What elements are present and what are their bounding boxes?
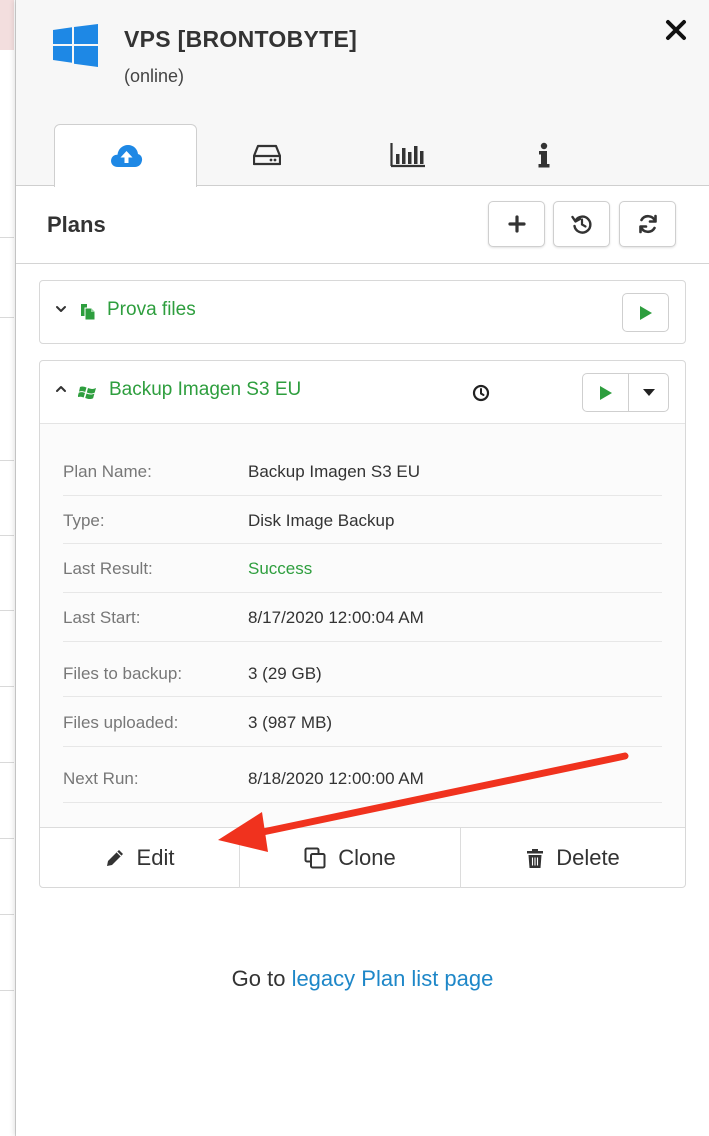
history-icon <box>570 215 592 234</box>
cloud-upload-icon <box>110 145 142 167</box>
plan-card-header: Prova files <box>40 281 685 343</box>
windows-logo-icon <box>53 24 98 67</box>
background-gridline <box>0 610 14 611</box>
detail-row: Type: Disk Image Backup <box>63 496 662 544</box>
detail-value: Disk Image Backup <box>248 511 395 530</box>
detail-row: Last Start: 8/17/2020 12:00:04 AM <box>63 593 662 642</box>
legacy-plan-list-link[interactable]: legacy Plan list page <box>292 966 494 991</box>
background-gridline <box>0 317 14 318</box>
detail-row: Files uploaded: 3 (987 MB) <box>63 697 662 747</box>
background-gridline <box>0 914 14 915</box>
last-result-value: Success <box>248 559 313 578</box>
detail-label: Type: <box>63 511 105 530</box>
run-plan-button[interactable] <box>622 293 669 332</box>
background-gridline <box>0 762 14 763</box>
detail-label: Next Run: <box>63 769 139 788</box>
files-icon <box>81 304 96 321</box>
detail-value: 3 (29 GB) <box>248 664 322 683</box>
tab-storage[interactable] <box>197 124 337 186</box>
computer-status: (online) <box>124 66 185 86</box>
background-gridline <box>0 838 14 839</box>
refresh-icon <box>638 214 657 234</box>
windows-icon <box>78 386 96 400</box>
info-icon <box>538 142 550 168</box>
detail-row: Files to backup: 3 (29 GB) <box>63 642 662 697</box>
detail-label: Files uploaded: <box>63 713 179 732</box>
plan-card-header: Backup Imagen S3 EU <box>40 361 685 423</box>
computer-name: VPS [BRONTOBYTE] <box>124 26 358 52</box>
computer-details-panel: VPS [BRONTOBYTE] (online) Plans Prova fi… <box>16 0 709 1136</box>
plan-actions: Edit Clone Delete <box>40 827 685 888</box>
trash-icon <box>527 848 544 868</box>
footer-text: Go to legacy Plan list page <box>16 966 709 992</box>
clone-icon <box>304 847 326 869</box>
edit-button[interactable]: Edit <box>40 828 240 888</box>
bar-chart-icon <box>390 143 425 168</box>
detail-label: Last Start: <box>63 608 141 627</box>
close-icon <box>666 20 686 40</box>
detail-label: Plan Name: <box>63 462 152 481</box>
background-gridline <box>0 535 14 536</box>
tab-statistics[interactable] <box>337 124 479 186</box>
detail-row: Last Result: Success <box>63 544 662 593</box>
play-icon <box>639 305 652 320</box>
plan-name-link[interactable]: Backup Imagen S3 EU <box>109 379 301 401</box>
plan-card-backup-imagen: Backup Imagen S3 EU Plan Name: Backup Im… <box>39 360 686 888</box>
run-plan-button[interactable] <box>583 374 629 411</box>
add-plan-button[interactable] <box>488 201 545 247</box>
detail-value: 3 (987 MB) <box>248 713 333 732</box>
close-button[interactable] <box>662 16 690 48</box>
run-options-dropdown[interactable] <box>629 374 668 411</box>
background-gridline <box>0 237 14 238</box>
background-gridline <box>0 686 14 687</box>
background-highlight <box>0 0 14 50</box>
pencil-icon <box>106 850 123 866</box>
panel-header: VPS [BRONTOBYTE] (online) <box>16 0 709 187</box>
detail-label: Last Result: <box>63 559 153 578</box>
detail-label: Files to backup: <box>63 664 183 683</box>
footer-prefix: Go to <box>231 966 292 991</box>
run-plan-split-button <box>582 373 669 412</box>
plans-heading: Plans <box>47 212 106 237</box>
background-gridline <box>0 990 14 991</box>
plus-icon <box>507 215 526 233</box>
clone-label: Clone <box>338 845 396 870</box>
clone-button[interactable]: Clone <box>240 828 461 888</box>
plans-toolbar: Plans <box>16 186 709 264</box>
tab-backup-plans[interactable] <box>54 124 197 187</box>
refresh-button[interactable] <box>619 201 676 247</box>
plan-details: Plan Name: Backup Imagen S3 EU Type: Dis… <box>40 423 685 827</box>
play-icon <box>599 385 612 400</box>
delete-label: Delete <box>556 845 620 870</box>
restore-button[interactable] <box>553 201 610 247</box>
hard-drive-icon <box>253 144 281 166</box>
plan-name-link[interactable]: Prova files <box>107 299 196 321</box>
background-gridline <box>0 460 14 461</box>
plan-card-prova-files: Prova files <box>39 280 686 344</box>
detail-row: Plan Name: Backup Imagen S3 EU <box>63 448 662 496</box>
chevron-up-icon[interactable] <box>54 382 68 396</box>
detail-value: Backup Imagen S3 EU <box>248 462 420 481</box>
background-page-edge <box>0 0 16 1136</box>
caret-down-icon <box>642 388 655 396</box>
detail-value: 8/18/2020 12:00:00 AM <box>248 769 424 788</box>
chevron-down-icon[interactable] <box>54 302 68 316</box>
tab-info[interactable] <box>479 124 609 186</box>
edit-label: Edit <box>136 845 175 870</box>
clock-icon <box>472 384 490 402</box>
detail-row: Next Run: 8/18/2020 12:00:00 AM <box>63 747 662 803</box>
delete-button[interactable]: Delete <box>461 828 685 888</box>
detail-value: 8/17/2020 12:00:04 AM <box>248 608 424 627</box>
